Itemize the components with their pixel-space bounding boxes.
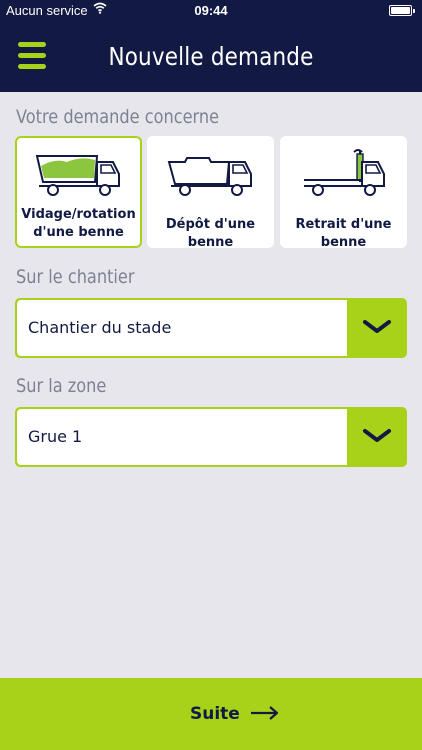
chevron-down-icon[interactable] [362,428,392,444]
site-label: Sur le chantier [16,266,135,288]
request-type-label: Votre demande concerne [16,106,220,128]
option-vidage-rotation[interactable]: Vidage/rotation d'une benne [15,136,142,248]
top-bar: Aucun service 09:44 Nouvelle demande [0,0,422,92]
next-button-label: Suite [190,704,240,724]
status-bar: Aucun service 09:44 [0,0,422,22]
zone-select-value: Grue 1 [28,427,83,446]
request-type-options: Vidage/rotation d'une benne Dépôt d'une … [15,136,407,250]
chevron-down-icon[interactable] [362,319,392,335]
dump-truck-full-icon [35,155,120,196]
status-time: 09:44 [194,3,228,18]
next-button[interactable]: Suite [0,678,422,750]
dump-truck-deliver-icon [167,157,252,196]
option-label: Dépôt d'une benne [165,217,256,250]
site-select-value: Chantier du stade [28,318,172,337]
option-label: Vidage/rotation d'une benne [21,207,136,240]
zone-select[interactable]: Grue 1 [15,407,407,467]
zone-label: Sur la zone [16,375,107,397]
option-retrait[interactable]: Retrait d'une benne [280,136,407,250]
zone-select-field[interactable]: Grue 1 [17,409,347,465]
battery-icon [389,5,415,16]
site-select[interactable]: Chantier du stade [15,298,407,358]
crane-truck-icon [304,149,385,196]
site-select-field[interactable]: Chantier du stade [17,300,347,356]
arrow-right-icon [251,706,279,720]
page-title: Nouvelle demande [108,42,314,71]
option-depot[interactable]: Dépôt d'une benne [147,136,274,250]
option-label: Retrait d'une benne [295,217,392,250]
